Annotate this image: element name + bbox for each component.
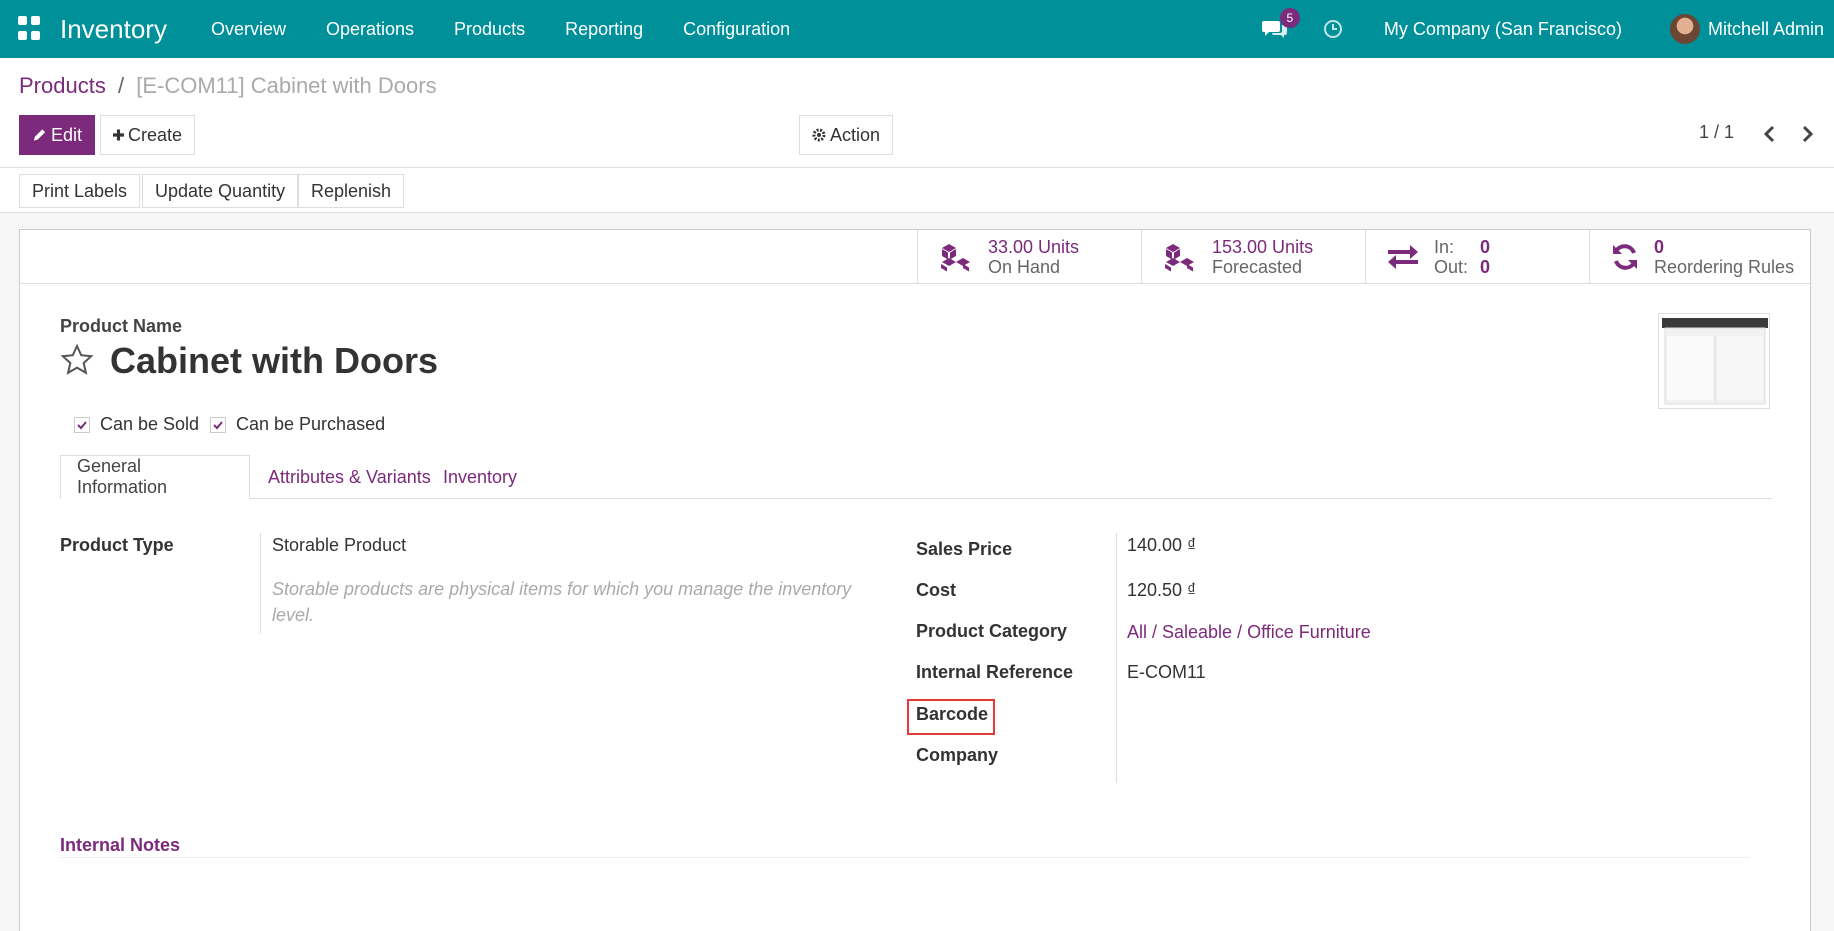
tab-attributes-variants[interactable]: Attributes & Variants (252, 455, 447, 499)
product-name: Cabinet with Doors (110, 340, 439, 381)
cost-value[interactable]: 120.50 ₫ (1127, 580, 1196, 601)
form-sheet: 33.00 Units On Hand 153.00 Units Forecas… (19, 229, 1811, 931)
exchange-arrows-icon (1388, 245, 1418, 269)
out-value: 0 (1480, 257, 1491, 277)
create-button[interactable]: Create (100, 115, 195, 155)
on-hand-label: On Hand (988, 257, 1061, 277)
breadcrumb-separator: / (117, 73, 125, 98)
out-label: Out: (1434, 257, 1469, 277)
form-statusbar: Print Labels Update Quantity Replenish (0, 168, 1834, 213)
can-be-sold-checkbox[interactable] (74, 416, 90, 433)
barcode-field[interactable] (1127, 704, 1427, 728)
menu-overview[interactable]: Overview (211, 19, 286, 40)
replenish-button[interactable]: Replenish (298, 174, 405, 208)
internal-reference-value[interactable]: E-COM11 (1127, 662, 1206, 683)
print-labels-button[interactable]: Print Labels (19, 174, 141, 208)
tab-inventory[interactable]: Inventory (427, 455, 533, 499)
activity-clock-icon[interactable] (1322, 18, 1344, 40)
company-switcher[interactable]: My Company (San Francisco) (1384, 19, 1622, 40)
product-type-label: Product Type (60, 535, 174, 555)
in-out-smart-button[interactable]: In: 0 Out: 0 (1365, 230, 1589, 284)
in-label: In: (1434, 237, 1455, 257)
app-brand[interactable]: Inventory (60, 14, 167, 45)
action-button[interactable]: Action (799, 115, 893, 155)
right-column-divider (1116, 533, 1117, 783)
company-field[interactable] (1127, 745, 1427, 769)
left-column-divider (260, 533, 261, 633)
internal-notes-divider (60, 857, 1750, 858)
on-hand-smart-button[interactable]: 33.00 Units On Hand (917, 230, 1141, 284)
apps-menu-icon[interactable] (18, 16, 44, 42)
action-button-label: Action (829, 124, 880, 145)
gear-icon (812, 128, 826, 142)
create-button-label: Create (127, 124, 182, 145)
internal-notes-label: Internal Notes (60, 835, 181, 855)
product-category-label: Product Category (916, 621, 1068, 641)
company-label: Company (916, 745, 999, 765)
notebook-tabs: General Information Attributes & Variant… (60, 455, 1772, 499)
cubes-icon (1165, 244, 1194, 272)
smart-button-box: 33.00 Units On Hand 153.00 Units Forecas… (20, 230, 1810, 284)
can-be-purchased-checkbox-row: Can be Purchased (210, 414, 385, 435)
barcode-label: Barcode (916, 704, 989, 724)
cubes-icon (941, 244, 970, 272)
product-category-link[interactable]: All / Saleable / Office Furniture (1127, 622, 1371, 643)
forecasted-smart-button[interactable]: 153.00 Units Forecasted (1141, 230, 1365, 284)
can-be-sold-checkbox-row: Can be Sold (74, 414, 199, 435)
chevron-left-icon[interactable] (1760, 124, 1780, 144)
forecasted-label: Forecasted (1212, 257, 1303, 277)
can-be-sold-label: Can be Sold (100, 414, 200, 434)
product-name-label: Product Name (60, 316, 183, 336)
product-type-help: Storable products are physical items for… (272, 579, 852, 625)
breadcrumb-current: [E-COM11] Cabinet with Doors (136, 73, 437, 98)
pager-value[interactable]: 1 / 1 (1699, 122, 1734, 143)
sales-price-value[interactable]: 140.00 ₫ (1127, 535, 1196, 556)
control-panel: Products / [E-COM11] Cabinet with Doors … (0, 58, 1834, 168)
edit-button-label: Edit (50, 124, 82, 145)
product-image[interactable] (1658, 313, 1770, 409)
in-value: 0 (1480, 237, 1491, 257)
tab-general-information[interactable]: General Information (60, 455, 250, 499)
internal-reference-label: Internal Reference (916, 662, 1074, 682)
checkmark-icon (77, 420, 87, 429)
pencil-icon (33, 129, 46, 141)
top-navbar: Inventory Overview Operations Products R… (0, 0, 1834, 58)
breadcrumb: Products / [E-COM11] Cabinet with Doors (19, 73, 437, 99)
user-avatar[interactable] (1669, 14, 1700, 44)
on-hand-value: 33.00 Units (988, 237, 1080, 257)
cost-label: Cost (916, 580, 956, 600)
menu-products[interactable]: Products (454, 19, 525, 40)
chat-count-badge: 5 (1279, 8, 1300, 28)
product-type-select[interactable]: Storable Product (272, 535, 406, 556)
sales-price-label: Sales Price (916, 539, 1013, 559)
checkmark-icon (213, 420, 223, 429)
reordering-label: Reordering Rules (1654, 257, 1795, 277)
can-be-purchased-label: Can be Purchased (236, 414, 386, 434)
refresh-icon (1613, 244, 1637, 270)
star-icon[interactable] (60, 343, 94, 377)
chevron-right-icon[interactable] (1797, 124, 1817, 144)
user-menu[interactable]: Mitchell Admin (1708, 19, 1824, 40)
forecasted-value: 153.00 Units (1212, 237, 1314, 257)
chat-icon[interactable]: 5 (1261, 8, 1300, 40)
menu-reporting[interactable]: Reporting (565, 19, 643, 40)
can-be-purchased-checkbox[interactable] (210, 416, 226, 433)
menu-operations[interactable]: Operations (326, 19, 414, 40)
edit-button[interactable]: Edit (19, 115, 95, 155)
update-quantity-button[interactable]: Update Quantity (142, 174, 299, 208)
reordering-value: 0 (1654, 237, 1665, 257)
menu-configuration[interactable]: Configuration (683, 19, 790, 40)
plus-icon (113, 129, 124, 141)
reordering-rules-smart-button[interactable]: 0 Reordering Rules (1589, 230, 1813, 284)
breadcrumb-products-link[interactable]: Products (19, 73, 106, 98)
